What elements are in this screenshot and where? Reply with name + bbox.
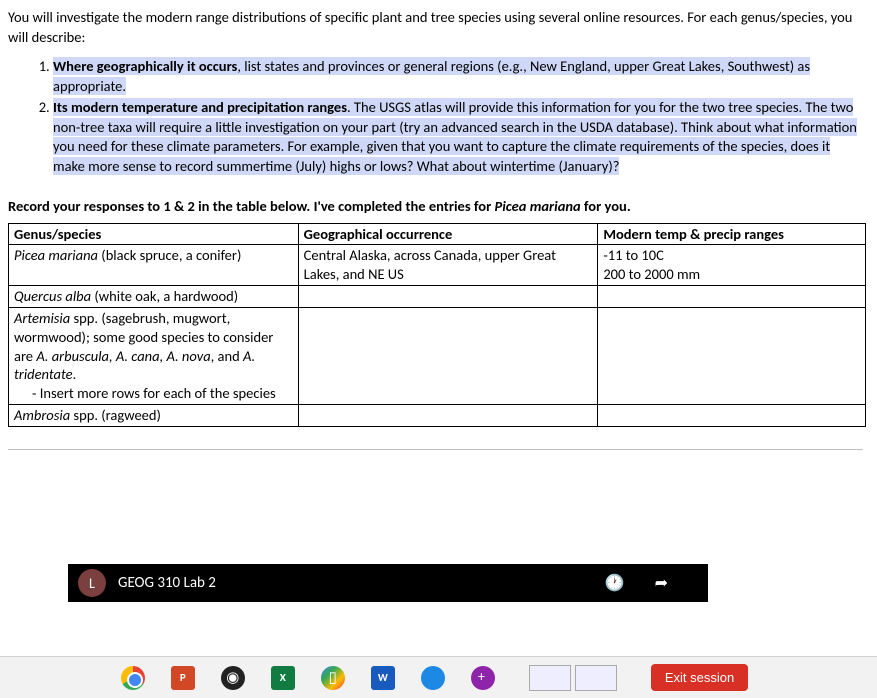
list-item-1: Where geographically it occurs, list sta…	[53, 57, 863, 96]
app-icon-blue[interactable]	[419, 664, 447, 692]
record-species: Picea mariana	[495, 197, 581, 215]
cell-geo-1: Central Alaska, across Canada, upper Gre…	[298, 245, 598, 286]
chrome-icon[interactable]	[119, 664, 147, 692]
cell-temp-4[interactable]	[598, 405, 866, 427]
watch-later-icon[interactable]: 🕐	[605, 573, 625, 593]
cell-temp-1: -11 to 10C200 to 2000 mm	[598, 245, 866, 286]
cell-geo-4[interactable]	[298, 405, 598, 427]
obs-icon[interactable]: ◉	[219, 664, 247, 692]
exit-session-button[interactable]: Exit session	[651, 664, 748, 691]
record-instruction: Record your responses to 1 & 2 in the ta…	[8, 197, 863, 215]
word-icon[interactable]: W	[369, 664, 397, 692]
session-thumbnails[interactable]	[529, 665, 617, 691]
video-embed-bar[interactable]: L GEOG 310 Lab 2 🕐 ➦	[68, 564, 708, 602]
document-content: You will investigate the modern range di…	[0, 0, 877, 460]
video-avatar: L	[78, 569, 106, 597]
table-header-row: Genus/species Geographical occurrence Mo…	[9, 223, 866, 245]
share-icon[interactable]: ➦	[655, 573, 668, 593]
table-row: Picea mariana (black spruce, a conifer) …	[9, 245, 866, 286]
item1-bold: Where geographically it occurs	[53, 57, 237, 75]
cell-temp-3[interactable]	[598, 307, 866, 404]
species-table: Genus/species Geographical occurrence Mo…	[8, 223, 866, 427]
meet-icon[interactable]: ▯	[319, 664, 347, 692]
intro-text: You will investigate the modern range di…	[8, 8, 863, 47]
instructions-list: Where geographically it occurs, list sta…	[53, 57, 863, 176]
cell-temp-2[interactable]	[598, 286, 866, 308]
video-title: GEOG 310 Lab 2	[118, 574, 216, 592]
cell-geo-3[interactable]	[298, 307, 598, 404]
cell-species-4: Ambrosia spp. (ragweed)	[9, 405, 299, 427]
table-row: Artemisia spp. (sagebrush, mugwort, worm…	[9, 307, 866, 404]
insert-rows-note: - Insert more rows for each of the speci…	[14, 384, 293, 403]
col-temp: Modern temp & precip ranges	[598, 223, 866, 245]
table-row: Quercus alba (white oak, a hardwood)	[9, 286, 866, 308]
record-prefix: Record your responses to 1 & 2 in the ta…	[8, 197, 495, 215]
taskbar: P ◉ X ▯ W Exit session	[0, 656, 877, 698]
col-genus: Genus/species	[9, 223, 299, 245]
thumbnail[interactable]	[529, 665, 571, 691]
item2-bold: Its modern temperature and precipitation…	[53, 98, 347, 116]
record-suffix: for you.	[581, 197, 631, 215]
list-item-2: Its modern temperature and precipitation…	[53, 98, 863, 176]
separator	[8, 449, 863, 450]
cell-species-2: Quercus alba (white oak, a hardwood)	[9, 286, 299, 308]
powerpoint-icon[interactable]: P	[169, 664, 197, 692]
excel-icon[interactable]: X	[269, 664, 297, 692]
cell-geo-2[interactable]	[298, 286, 598, 308]
thumbnail[interactable]	[575, 665, 617, 691]
cell-species-3: Artemisia spp. (sagebrush, mugwort, worm…	[9, 307, 299, 404]
cell-species-1: Picea mariana (black spruce, a conifer)	[9, 245, 299, 286]
app-icon-purple[interactable]	[469, 664, 497, 692]
table-row: Ambrosia spp. (ragweed)	[9, 405, 866, 427]
col-geo: Geographical occurrence	[298, 223, 598, 245]
